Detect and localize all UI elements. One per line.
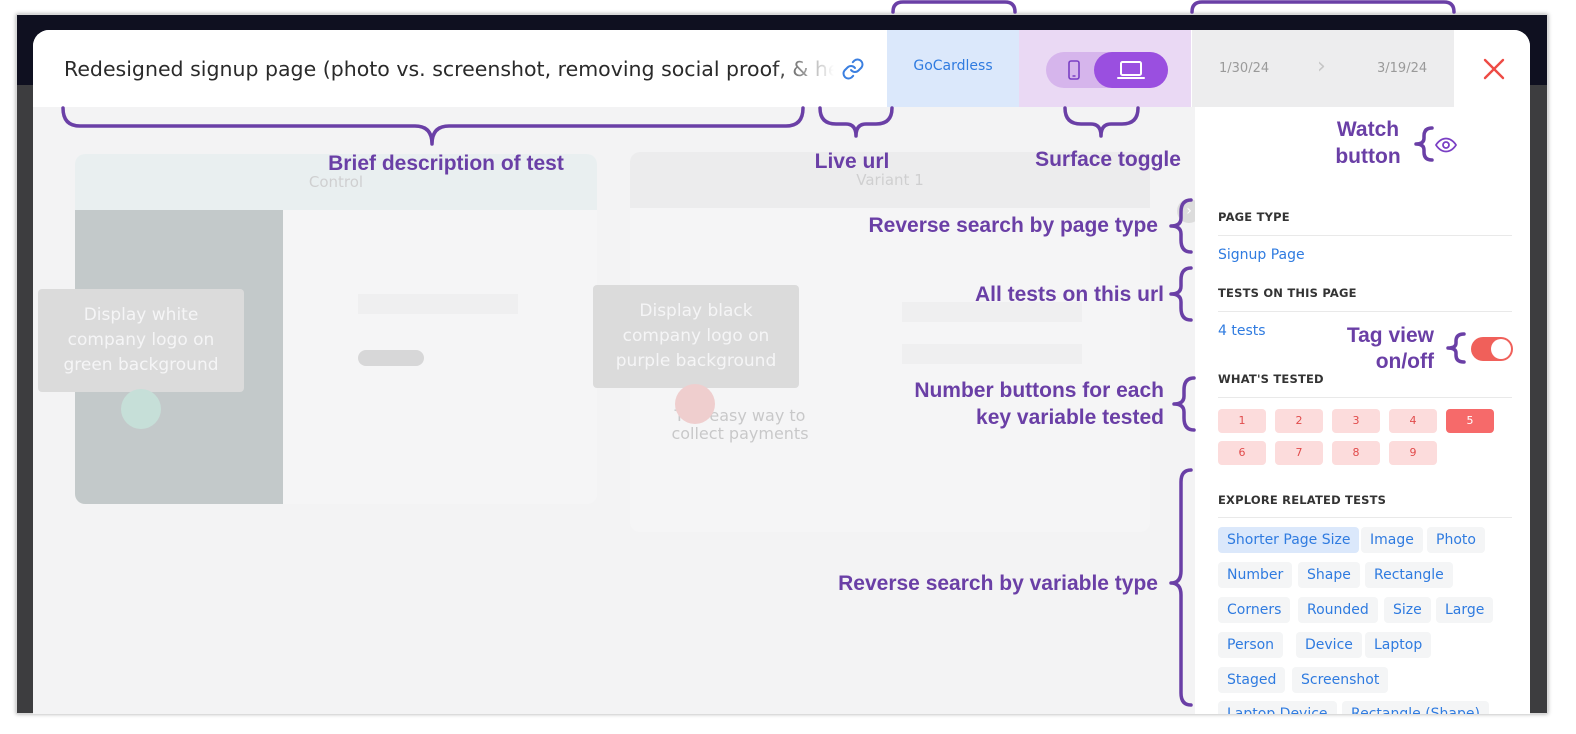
date-arrow-icon: › — [1317, 54, 1326, 79]
annotation-page-type: Reverse search by page type — [868, 214, 1159, 237]
control-screenshot-form — [358, 294, 518, 314]
brace-top-1 — [891, 0, 1017, 14]
tag-size[interactable]: Size — [1384, 597, 1431, 623]
annotation-numbers-2: key variable tested — [976, 406, 1164, 429]
brace-top-2 — [1190, 0, 1456, 14]
divider — [1218, 397, 1512, 398]
control-screenshot-button — [358, 350, 424, 366]
divider — [1218, 235, 1512, 236]
laptop-icon — [1117, 61, 1145, 79]
tag-laptop[interactable]: Laptop — [1365, 632, 1432, 658]
surface-toggle — [1019, 30, 1191, 107]
test-dates: 1/30/24 › 3/19/24 — [1192, 30, 1454, 107]
start-date: 1/30/24 — [1219, 61, 1270, 76]
annotation-numbers-1: Number buttons for each — [914, 379, 1164, 402]
annotation-tag-view-1: Tag view — [1346, 324, 1434, 347]
divider — [1218, 311, 1512, 312]
tag-image[interactable]: Image — [1361, 527, 1423, 553]
page-type-link[interactable]: Signup Page — [1218, 247, 1305, 263]
page-type-label: PAGE TYPE — [1218, 210, 1290, 224]
toggle-knob — [1491, 339, 1511, 359]
tag-person[interactable]: Person — [1218, 632, 1284, 658]
company-name: GoCardless — [913, 58, 993, 74]
tests-on-page-label: TESTS ON THIS PAGE — [1218, 286, 1357, 300]
tag-rectangle-shape[interactable]: Rectangle (Shape) — [1342, 701, 1489, 714]
desktop-toggle-button[interactable] — [1094, 52, 1168, 88]
annotation-live-url: Live url — [814, 150, 890, 173]
check-icon — [121, 389, 161, 429]
explore-related-label: EXPLORE RELATED TESTS — [1218, 493, 1387, 507]
link-icon[interactable] — [841, 57, 865, 81]
divider — [1218, 517, 1512, 518]
annotation-all-tests: All tests on this url — [974, 283, 1164, 306]
variant-screenshot-field — [902, 344, 1082, 364]
annotation-surface-toggle: Surface toggle — [1035, 148, 1181, 171]
tag-shorter-page-size[interactable]: Shorter Page Size — [1218, 527, 1360, 553]
x-icon — [675, 384, 715, 424]
tag-shape[interactable]: Shape — [1298, 562, 1360, 588]
eye-icon[interactable] — [1434, 133, 1458, 157]
whats-tested-label: WHAT'S TESTED — [1218, 372, 1324, 386]
end-date: 3/19/24 — [1377, 61, 1428, 76]
tag-rounded[interactable]: Rounded — [1298, 597, 1378, 623]
tag-device[interactable]: Device — [1296, 632, 1362, 658]
variable-button-2[interactable]: 2 — [1275, 409, 1323, 433]
tag-large[interactable]: Large — [1436, 597, 1494, 623]
tag-number[interactable]: Number — [1218, 562, 1293, 588]
variable-button-5[interactable]: 5 — [1446, 409, 1494, 433]
variable-button-8[interactable]: 8 — [1332, 441, 1380, 465]
annotation-brief: Brief description of test — [328, 152, 564, 175]
tag-photo[interactable]: Photo — [1427, 527, 1485, 553]
tag-laptop-device[interactable]: Laptop Device — [1218, 701, 1337, 714]
test-detail-modal: Redesigned signup page (photo vs. screen… — [33, 30, 1530, 714]
tag-view-toggle[interactable] — [1471, 337, 1513, 361]
surface-toggle-pill — [1046, 52, 1168, 88]
test-info-panel: PAGE TYPE Signup Page TESTS ON THIS PAGE… — [1195, 107, 1530, 714]
tests-on-page-link[interactable]: 4 tests — [1218, 323, 1266, 339]
annotation-tag-view-2: on/off — [1375, 350, 1434, 373]
annotation-watch-2: button — [1335, 145, 1401, 168]
control-tooltip: Display white company logo on green back… — [38, 289, 244, 392]
variant-tooltip: Display black company logo on purple bac… — [593, 285, 799, 388]
mobile-icon[interactable] — [1056, 59, 1092, 81]
test-title: Redesigned signup page (photo vs. screen… — [64, 57, 834, 81]
tag-screenshot[interactable]: Screenshot — [1292, 667, 1389, 693]
annotation-variable-type: Reverse search by variable type — [838, 572, 1158, 595]
close-icon[interactable] — [1479, 54, 1509, 84]
variable-button-7[interactable]: 7 — [1275, 441, 1323, 465]
variable-button-4[interactable]: 4 — [1389, 409, 1437, 433]
variable-button-1[interactable]: 1 — [1218, 409, 1266, 433]
tag-rectangle[interactable]: Rectangle — [1365, 562, 1453, 588]
modal-header: Redesigned signup page (photo vs. screen… — [33, 30, 1530, 107]
variable-button-9[interactable]: 9 — [1389, 441, 1437, 465]
variable-button-3[interactable]: 3 — [1332, 409, 1380, 433]
tag-corners[interactable]: Corners — [1218, 597, 1291, 623]
tag-staged[interactable]: Staged — [1218, 667, 1286, 693]
company-link[interactable]: GoCardless — [887, 30, 1019, 107]
variable-button-6[interactable]: 6 — [1218, 441, 1266, 465]
annotation-watch-1: Watch — [1336, 118, 1400, 141]
